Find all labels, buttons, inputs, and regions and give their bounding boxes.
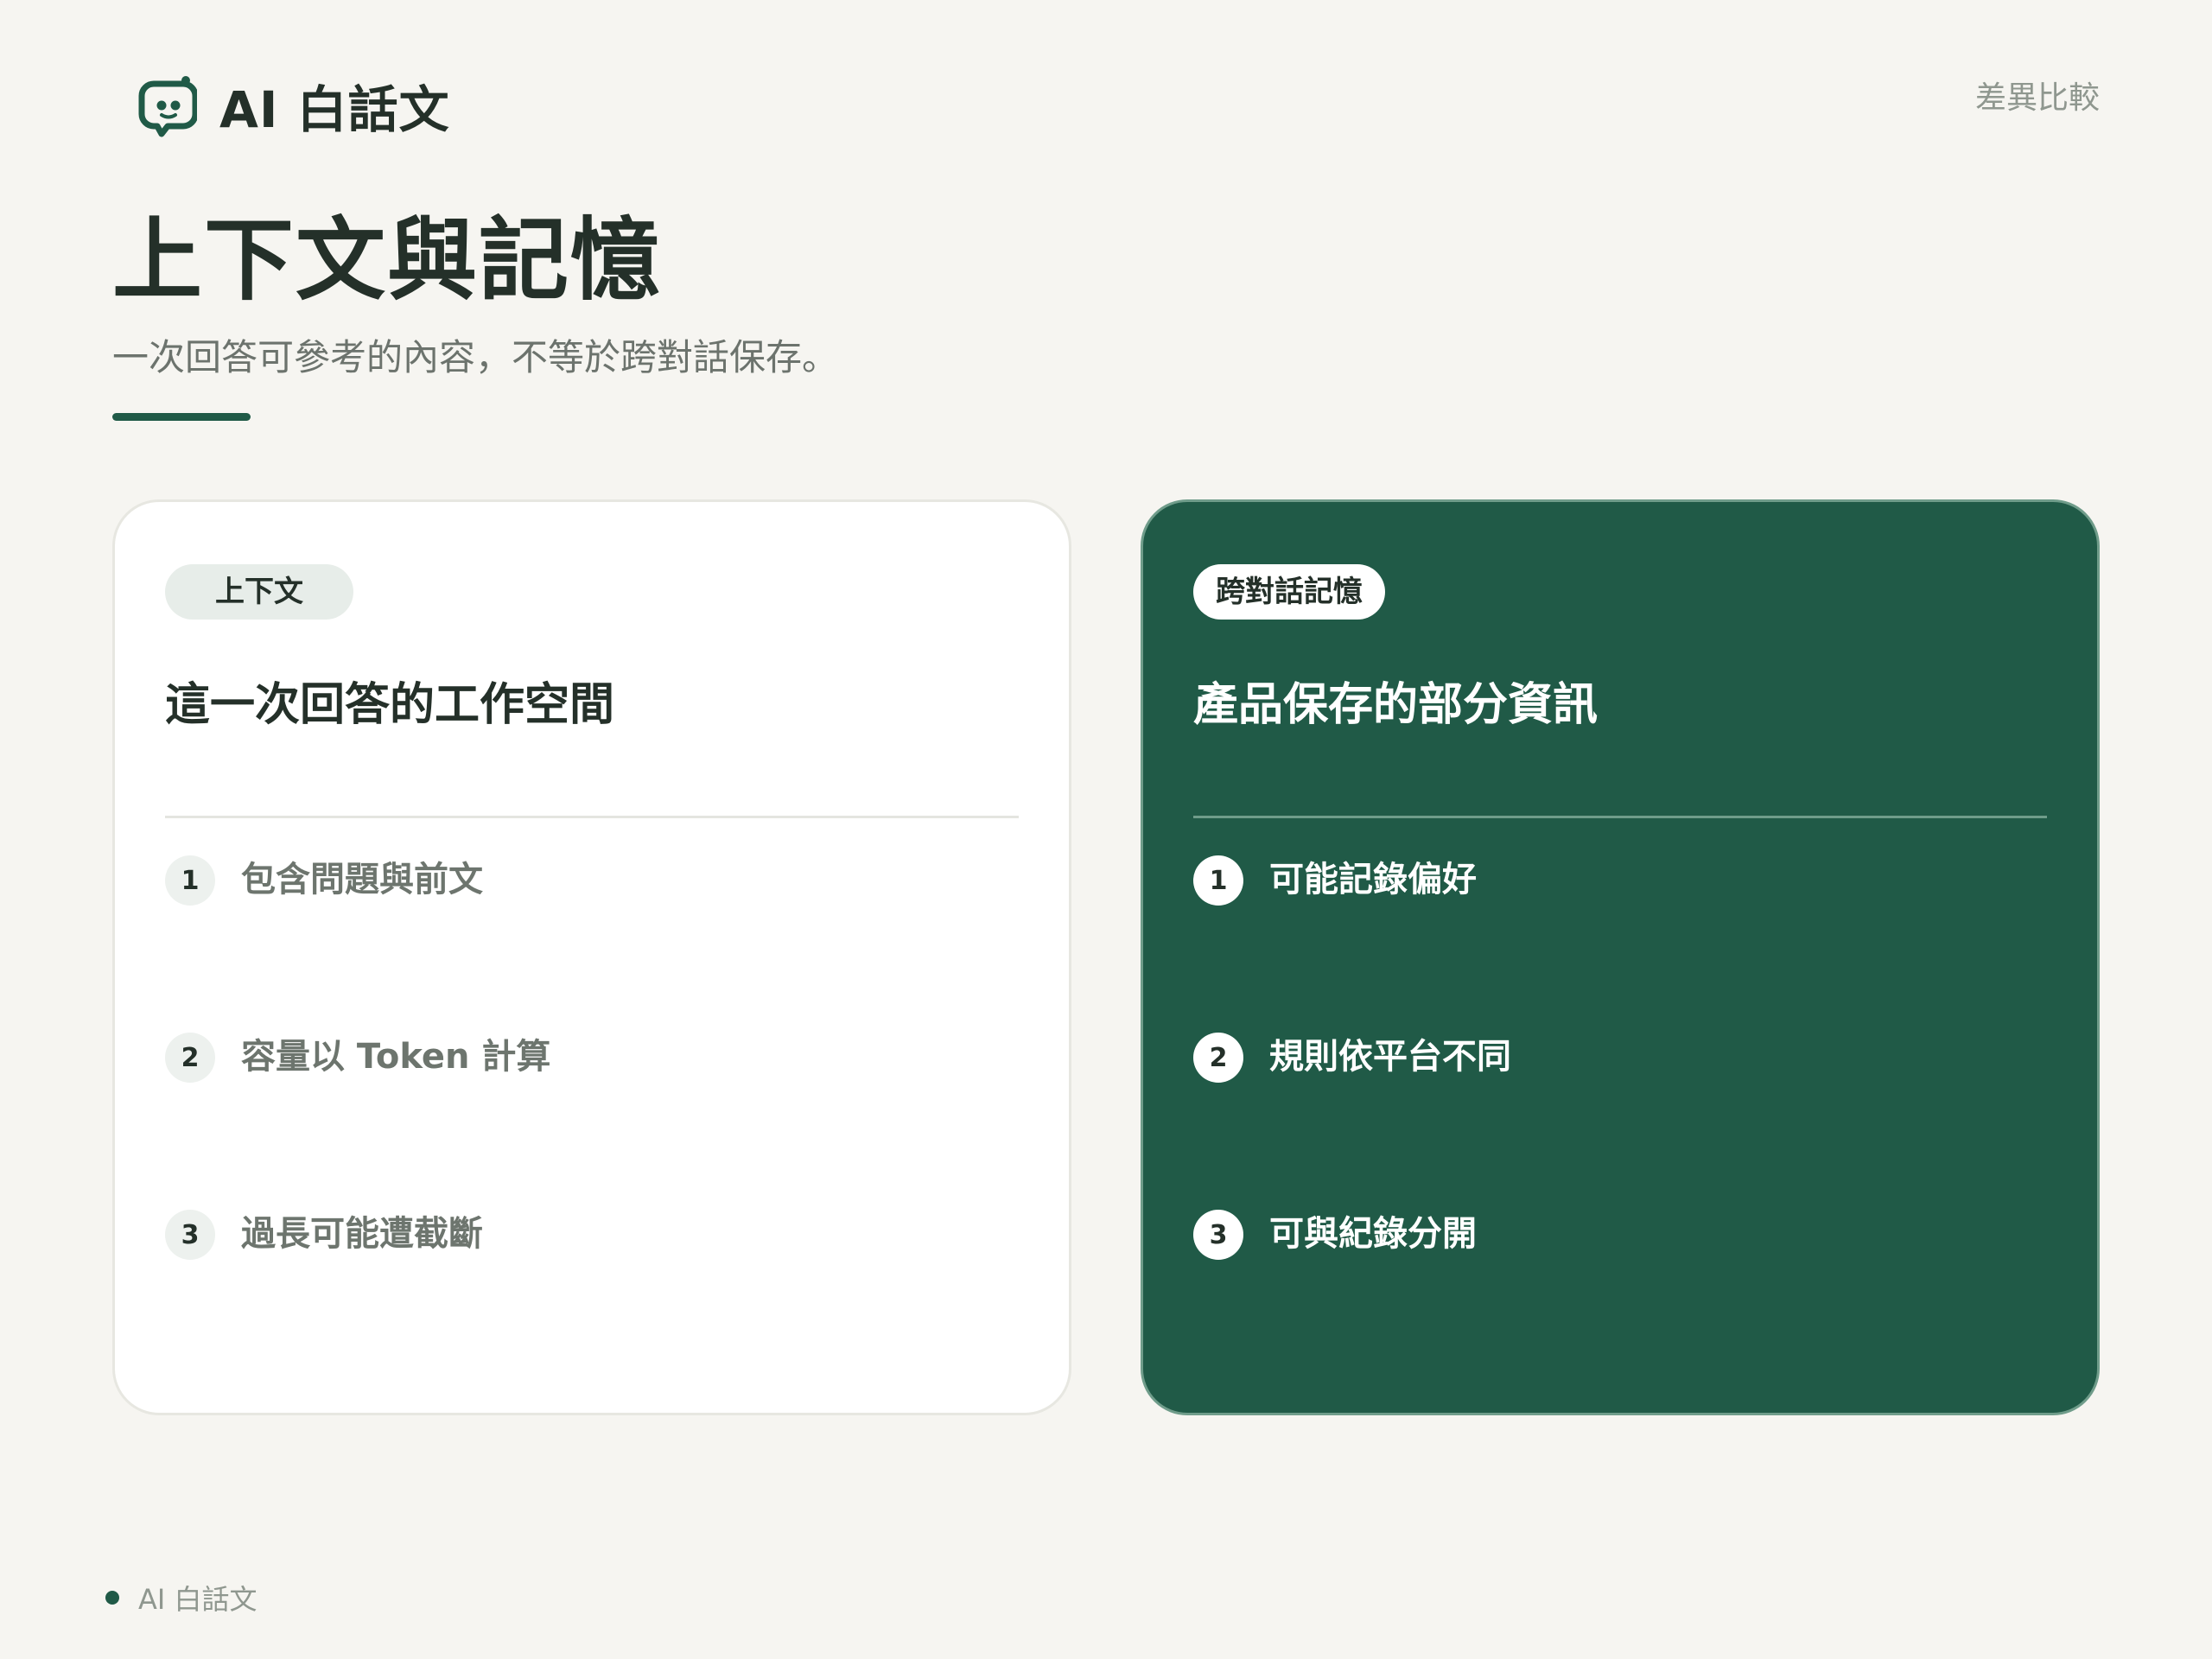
footer-dot-icon [105,1591,119,1605]
item-number: 1 [1193,855,1243,906]
item-number: 1 [165,855,215,906]
item-text: 過長可能遭截斷 [241,1214,483,1254]
card-divider [165,816,1019,818]
context-list: 1 包含問題與前文 2 容量以 Token 計算 3 過長可能遭截斷 [165,852,1019,1383]
item-number: 2 [165,1033,215,1083]
memory-card: 跨對話記憶 產品保存的部分資訊 1 可能記錄偏好 2 規則依平台不同 3 可與紀… [1141,499,2100,1415]
item-text: 容量以 Token 計算 [241,1037,551,1077]
brand: AI 白話文 [137,69,450,142]
brand-name: AI 白話文 [219,80,450,139]
page-subtitle: 一次回答可參考的內容，不等於跨對話保存。 [112,336,839,378]
list-item: 3 可與紀錄分開 [1193,1206,2047,1383]
memory-list: 1 可能記錄偏好 2 規則依平台不同 3 可與紀錄分開 [1193,852,2047,1383]
chat-bot-icon [138,76,197,137]
context-card: 上下文 這一次回答的工作空間 1 包含問題與前文 2 容量以 Token 計算 … [112,499,1071,1415]
context-heading: 這一次回答的工作空間 [165,679,615,731]
item-number: 3 [1193,1210,1243,1260]
list-item: 2 容量以 Token 計算 [165,1029,1019,1206]
footer-label: AI 白話文 [138,1583,257,1616]
card-divider [1193,816,2047,818]
item-text: 可能記錄偏好 [1269,860,1477,899]
list-item: 2 規則依平台不同 [1193,1029,2047,1206]
item-number: 3 [165,1210,215,1260]
footer: AI 白話文 [105,1578,257,1618]
item-number: 2 [1193,1033,1243,1083]
title-accent-bar [112,413,251,421]
item-text: 可與紀錄分開 [1269,1214,1477,1254]
page-title: 上下文與記憶 [112,207,663,313]
section-label: 差異比較 [1974,80,2100,116]
memory-heading: 產品保存的部分資訊 [1193,679,1599,731]
item-text: 規則依平台不同 [1269,1037,1511,1077]
item-text: 包含問題與前文 [241,860,483,899]
list-item: 3 過長可能遭截斷 [165,1206,1019,1383]
list-item: 1 可能記錄偏好 [1193,852,2047,1029]
context-tag: 上下文 [165,564,353,620]
list-item: 1 包含問題與前文 [165,852,1019,1029]
memory-tag: 跨對話記憶 [1193,564,1385,620]
